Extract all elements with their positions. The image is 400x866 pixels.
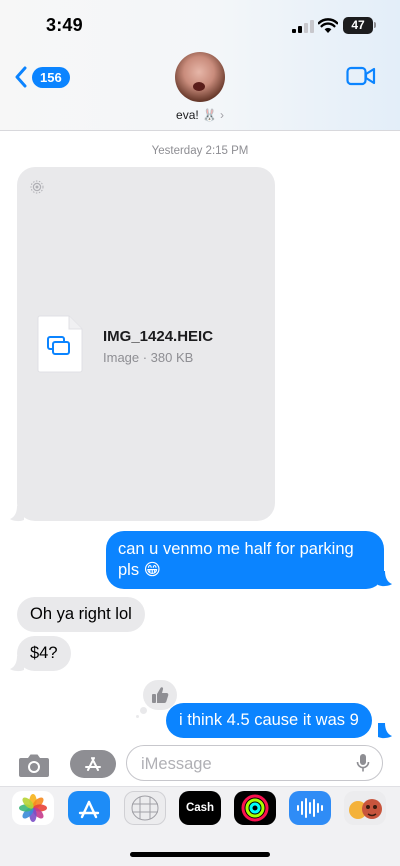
avatar-mouth bbox=[193, 82, 205, 91]
photos-icon bbox=[19, 794, 47, 822]
memoji-app-button[interactable] bbox=[344, 791, 386, 825]
sent-message-bubble[interactable]: can u venmo me half for parking pls 😁 bbox=[106, 531, 384, 589]
wifi-icon bbox=[318, 18, 338, 33]
battery-tip bbox=[374, 22, 376, 28]
fitness-app-button[interactable] bbox=[234, 791, 276, 825]
contact-name: eva! 🐰 bbox=[176, 108, 217, 122]
cellular-signal-icon bbox=[292, 20, 314, 33]
status-time: 3:49 bbox=[46, 15, 83, 35]
status-bar: 3:49 47 bbox=[0, 0, 400, 50]
attachment-file-name: IMG_1424.HEIC bbox=[103, 328, 214, 345]
audio-message-app-button[interactable] bbox=[289, 791, 331, 825]
app-store-icon bbox=[78, 800, 100, 819]
message-input[interactable] bbox=[141, 753, 341, 775]
app-store-icon bbox=[85, 757, 101, 771]
bubble-tail bbox=[378, 571, 392, 587]
unread-count-badge: 156 bbox=[32, 66, 70, 88]
battery-icon: 47 bbox=[343, 17, 373, 34]
message-timestamp: Yesterday 2:15 PM bbox=[151, 145, 249, 157]
microphone-icon[interactable] bbox=[356, 753, 370, 773]
camera-icon[interactable] bbox=[18, 752, 50, 778]
digital-touch-icon bbox=[131, 795, 159, 821]
waveform-icon bbox=[297, 798, 323, 818]
image-file-icon bbox=[37, 315, 83, 373]
attachment-file-meta: Image · 380 KB bbox=[103, 350, 194, 365]
thumbs-up-icon bbox=[152, 687, 169, 703]
digital-touch-app-button[interactable] bbox=[124, 791, 166, 825]
appstore-app-button[interactable] bbox=[68, 791, 110, 825]
message-input-field[interactable] bbox=[126, 745, 383, 781]
apple-cash-app-button[interactable]: Cash bbox=[179, 791, 221, 825]
chevron-right-icon: › bbox=[219, 108, 224, 122]
contact-name-button[interactable]: eva! 🐰 › bbox=[0, 108, 400, 122]
activity-rings-icon bbox=[241, 794, 269, 822]
received-message-bubble[interactable]: Oh ya right lol bbox=[17, 597, 145, 632]
live-photo-icon bbox=[30, 180, 44, 194]
photos-app-button[interactable] bbox=[12, 791, 54, 825]
bubble-tail bbox=[10, 656, 24, 672]
tapback-dot bbox=[136, 715, 139, 718]
memoji-icon bbox=[349, 799, 382, 819]
app-store-button[interactable] bbox=[70, 750, 116, 778]
chevron-left-icon bbox=[15, 66, 27, 88]
apple-cash-label: Cash bbox=[185, 802, 215, 814]
bubble-tail bbox=[10, 506, 24, 522]
bubble-tail bbox=[378, 723, 392, 739]
tapback-dot bbox=[140, 707, 147, 714]
received-message-bubble[interactable]: $4? bbox=[17, 636, 71, 671]
back-button[interactable]: 156 bbox=[14, 63, 70, 91]
contact-avatar[interactable] bbox=[175, 52, 225, 102]
sent-message-bubble[interactable]: i think 4.5 cause it was 9 bbox=[166, 703, 372, 738]
video-camera-icon[interactable] bbox=[346, 65, 376, 87]
home-indicator bbox=[130, 852, 270, 857]
